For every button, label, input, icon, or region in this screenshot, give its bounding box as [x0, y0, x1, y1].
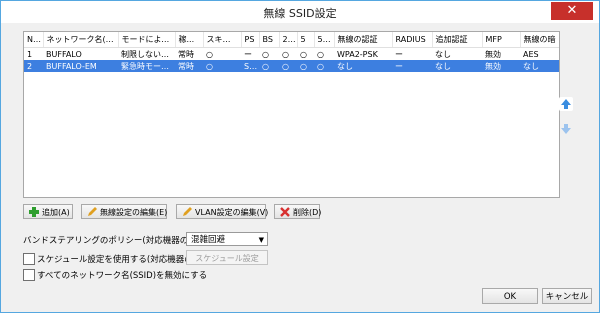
pencil-icon [183, 207, 192, 216]
title-bar: 無線 SSID設定 ✕ [1, 1, 599, 23]
column-header[interactable]: モードによる使... [118, 32, 176, 48]
pencil-icon [88, 207, 97, 216]
table-cell: 無効 [482, 60, 520, 72]
table-cell: なし [334, 60, 392, 72]
table-cell: 緊急時モード... [118, 60, 175, 72]
table-cell: 2 [24, 60, 43, 72]
ok-button[interactable]: OK [482, 288, 538, 304]
table-cell: 無効 [485, 49, 501, 59]
table-cell: ○ [206, 49, 213, 59]
table-cell: ー [392, 60, 432, 72]
table-cell: 1 [27, 49, 33, 59]
column-header[interactable]: BS [259, 32, 280, 48]
ssid-table: No.ネットワーク名(SSID)モードによる使...稼...スキャン可PSBS2… [23, 31, 560, 198]
chevron-down-icon: ▼ [258, 236, 264, 244]
table-cell: BUFFALO-EM [43, 60, 118, 72]
column-header[interactable]: スキャン可 [203, 32, 242, 48]
table-cell: ○ [262, 49, 269, 59]
band-steering-value: 混雑回避 [191, 235, 226, 245]
edit-wireless-button[interactable]: 無線設定の編集(E) [81, 204, 167, 219]
delete-label: 削除(D) [293, 208, 322, 217]
column-header[interactable]: 無線の認証 [334, 32, 393, 48]
table-cell: AES [523, 49, 539, 59]
column-header[interactable]: 5-2 [314, 32, 335, 48]
schedule-settings-button[interactable]: スケジュール設定 [186, 250, 268, 265]
edit-wireless-label: 無線設定の編集(E) [100, 208, 168, 217]
table-cell: WPA2-PSK [337, 49, 378, 59]
table-row[interactable]: 2 BUFFALO-EM 緊急時モード... 常時 ○ S... ○ ○ ○ ○ なしーなし 無効 なし [24, 60, 559, 72]
table-cell: ○ [279, 60, 297, 72]
delete-button[interactable]: 削除(D) [274, 204, 322, 219]
column-header[interactable]: PS [241, 32, 260, 48]
table-cell: BUFFALO [46, 49, 82, 59]
column-header[interactable]: No. [24, 32, 44, 48]
table-header: No.ネットワーク名(SSID)モードによる使...稼...スキャン可PSBS2… [24, 32, 559, 48]
table-cell: なし [432, 60, 482, 72]
column-header[interactable]: ネットワーク名(SSID) [43, 32, 119, 48]
table-cell: ○ [259, 60, 279, 72]
band-steering-label: バンドステアリングのポリシー(対応機器のみ) [23, 236, 201, 246]
table-cell: ○ [203, 60, 241, 72]
table-cell: 常時 [175, 60, 203, 72]
table-cell: なし [435, 49, 451, 59]
table-cell: ○ [317, 49, 324, 59]
table-cell: S... [241, 60, 259, 72]
band-steering-select[interactable]: 混雑回避 ▼ [186, 232, 268, 246]
edit-vlan-button[interactable]: VLAN設定の編集(V) [176, 204, 269, 219]
column-header[interactable]: 稼... [175, 32, 204, 48]
edit-vlan-label: VLAN設定の編集(V) [195, 208, 269, 217]
column-header[interactable]: 5 [297, 32, 315, 48]
delete-x-icon [280, 207, 290, 217]
table-cell: ○ [314, 60, 334, 72]
table-cell: ー [244, 49, 252, 59]
close-button[interactable]: ✕ [551, 2, 593, 20]
table-cell: ○ [297, 60, 314, 72]
table-cell: 常時 [178, 49, 194, 59]
table-row[interactable]: 1 BUFFALO 制限しない(モ... 常時 ○ ー ○ ○ ○ ○ WPA2-PSK ー なし 無効 A… [24, 48, 559, 61]
window-title: 無線 SSID設定 [263, 7, 337, 20]
plus-icon [29, 207, 39, 217]
table-cell: ○ [300, 49, 307, 59]
table-cell: なし [520, 60, 559, 72]
add-button-label: 追加(A) [42, 208, 70, 217]
column-header[interactable]: MFP [482, 32, 521, 48]
column-header[interactable]: 追加認証 [432, 32, 483, 48]
ssid-settings-dialog: 無線 SSID設定 ✕ No.ネットワーク名(SSID)モードによる使...稼.… [0, 0, 600, 313]
table-cell: 制限しない(モ... [121, 49, 175, 59]
move-down-icon[interactable] [559, 122, 573, 136]
add-button[interactable]: 追加(A) [23, 204, 73, 219]
use-schedule-checkbox[interactable] [23, 253, 35, 265]
cancel-button[interactable]: キャンセル [542, 288, 592, 304]
column-header[interactable]: 無線の暗 [520, 32, 559, 48]
table-cell: ー [395, 49, 403, 59]
disable-all-ssid-checkbox[interactable] [23, 269, 35, 281]
move-up-icon[interactable] [559, 97, 573, 111]
column-header[interactable]: 2.4 [279, 32, 298, 48]
use-schedule-label: スケジュール設定を使用する(対応機器のみ) [37, 255, 205, 265]
column-header[interactable]: RADIUS [392, 32, 433, 48]
table-cell: ○ [282, 49, 289, 59]
disable-all-ssid-label: すべてのネットワーク名(SSID)を無効にする [37, 271, 208, 281]
